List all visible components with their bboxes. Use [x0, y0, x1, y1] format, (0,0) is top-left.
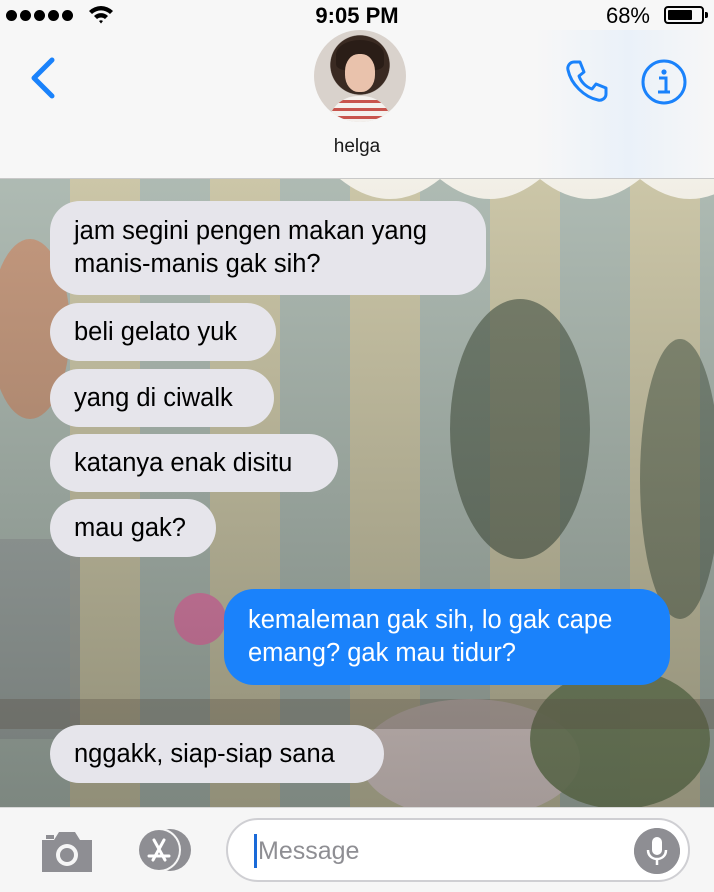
battery-percent: 68%: [605, 3, 650, 28]
message-bubble-incoming[interactable]: mau gak?: [50, 499, 216, 557]
message-text: kemaleman gak sih, lo gak cape emang? ga…: [248, 606, 613, 667]
info-icon[interactable]: [640, 58, 688, 106]
message-input[interactable]: [256, 828, 620, 874]
back-chevron-icon[interactable]: [26, 54, 60, 102]
message-bubble-incoming[interactable]: yang di ciwalk: [50, 369, 274, 427]
message-text: nggakk, siap-siap sana: [74, 739, 335, 768]
status-bar: 9:05 PM 68%: [0, 0, 714, 30]
conversation-header: helga: [0, 30, 714, 179]
message-bubble-incoming[interactable]: katanya enak disitu: [50, 434, 338, 492]
message-bubble-incoming[interactable]: jam segini pengen makan yang manis-manis…: [50, 201, 486, 295]
message-thread[interactable]: jam segini pengen makan yang manis-manis…: [0, 179, 714, 807]
battery-icon: [664, 6, 708, 24]
message-text: mau gak?: [74, 513, 186, 542]
message-text: jam segini pengen makan yang manis-manis…: [74, 217, 427, 278]
message-bubble-incoming[interactable]: beli gelato yuk: [50, 303, 276, 361]
microphone-icon[interactable]: [634, 828, 680, 874]
phone-icon[interactable]: [564, 58, 610, 104]
message-bubble-outgoing[interactable]: kemaleman gak sih, lo gak cape emang? ga…: [224, 589, 670, 685]
camera-icon[interactable]: [38, 828, 96, 874]
contact-avatar[interactable]: [314, 30, 406, 122]
message-bubble-incoming[interactable]: nggakk, siap-siap sana: [50, 725, 384, 783]
message-text: yang di ciwalk: [74, 383, 233, 412]
message-text: katanya enak disitu: [74, 448, 293, 477]
message-text: beli gelato yuk: [74, 317, 238, 346]
app-store-icon[interactable]: [130, 827, 196, 873]
contact-name[interactable]: helga: [0, 136, 714, 158]
message-input-bar: [0, 807, 714, 892]
message-field[interactable]: [226, 818, 690, 882]
